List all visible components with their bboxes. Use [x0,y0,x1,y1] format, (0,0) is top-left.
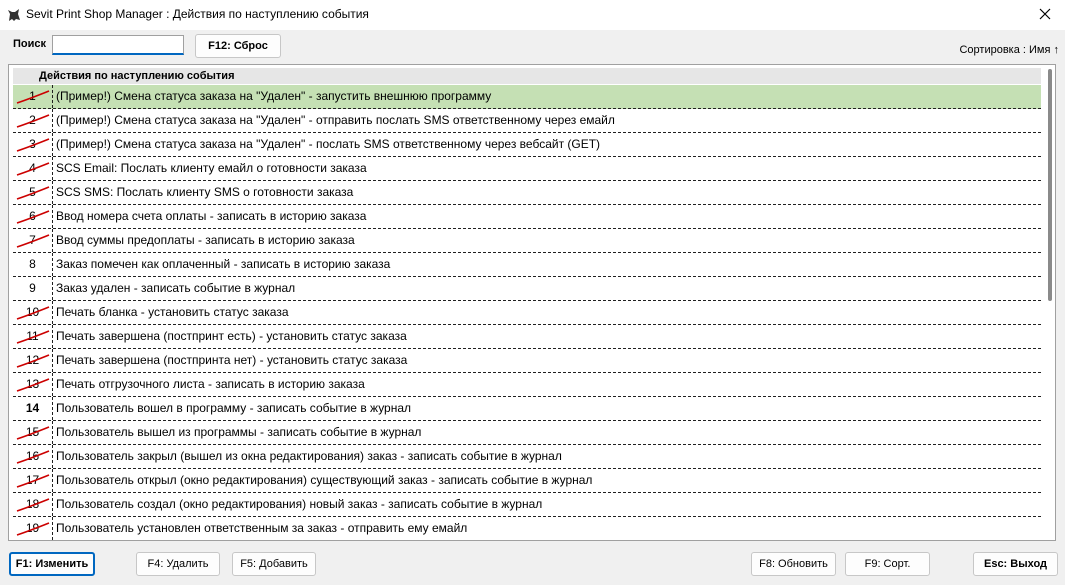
row-number: 1 [13,85,53,108]
strike-icon [16,330,50,344]
add-button[interactable]: F5: Добавить [232,552,316,576]
table-row[interactable]: 9 Заказ удален - записать событие в журна… [13,277,1041,301]
row-number: 7 [13,229,53,252]
row-number: 14 [13,397,53,420]
row-text: Пользователь создал (окно редактирования… [56,497,543,511]
table-row[interactable]: 10 Печать бланка - установить статус зака… [13,301,1041,325]
row-text: Печать бланка - установить статус заказа [56,305,289,319]
table-row[interactable]: 16 Пользователь закрыл (вышел из окна ред… [13,445,1041,469]
table-row[interactable]: 17 Пользователь открыл (окно редактирован… [13,469,1041,493]
table-row[interactable]: 6 Ввод номера счета оплаты - записать в и… [13,205,1041,229]
row-number: 6 [13,205,53,228]
strike-icon [16,522,50,536]
close-icon [1039,8,1051,20]
row-number: 16 [13,445,53,468]
row-text: Печать отгрузочного листа - записать в и… [56,377,365,391]
sort-indicator: Сортировка : Имя ↑ [959,44,1059,56]
refresh-button[interactable]: F8: Обновить [751,552,836,576]
edit-button[interactable]: F1: Изменить [9,552,95,576]
strike-icon [16,474,50,488]
strike-icon [16,498,50,512]
table-row[interactable]: 1 (Пример!) Смена статуса заказа на "Удал… [13,85,1041,109]
row-number: 12 [13,349,53,372]
row-number: 17 [13,469,53,492]
row-text: Пользователь открыл (окно редактирования… [56,473,593,487]
table-row[interactable]: 18 Пользователь создал (окно редактирован… [13,493,1041,517]
table-row[interactable]: 13 Печать отгрузочного листа - записать в… [13,373,1041,397]
strike-icon [16,186,50,200]
row-text: Ввод суммы предоплаты - записать в истор… [56,233,355,247]
grid-header: Действия по наступлению события [13,68,1041,84]
row-number: 2 [13,109,53,132]
row-text: SCS SMS: Послать клиенту SMS о готовност… [56,185,354,199]
row-number: 19 [13,517,53,540]
delete-button[interactable]: F4: Удалить [136,552,220,576]
row-number: 8 [13,253,53,276]
strike-icon [16,426,50,440]
table-row[interactable]: 8 Заказ помечен как оплаченный - записать… [13,253,1041,277]
row-number: 11 [13,325,53,348]
window-title: Sevit Print Shop Manager : Действия по н… [26,7,369,21]
row-number-text: 8 [29,257,36,271]
close-button[interactable] [1025,0,1065,28]
table-row[interactable]: 7 Ввод суммы предоплаты - записать в исто… [13,229,1041,253]
search-label: Поиск [13,38,47,50]
table-row[interactable]: 4 SCS Email: Послать клиенту емайл о гото… [13,157,1041,181]
row-text: Заказ помечен как оплаченный - записать … [56,257,391,271]
row-text: (Пример!) Смена статуса заказа на "Удале… [56,89,492,103]
reset-button[interactable]: F12: Сброс [195,34,281,58]
scroll-thumb[interactable] [1048,69,1052,301]
vertical-scrollbar[interactable] [1048,69,1052,539]
row-text: Заказ удален - записать событие в журнал [56,281,296,295]
strike-icon [16,450,50,464]
row-text: (Пример!) Смена статуса заказа на "Удале… [56,137,601,151]
grid-rows: 1 (Пример!) Смена статуса заказа на "Удал… [13,85,1041,540]
strike-icon [16,90,50,104]
table-row[interactable]: 11 Печать завершена (постпринт есть) - ус… [13,325,1041,349]
row-text: SCS Email: Послать клиенту емайл о готов… [56,161,367,175]
strike-icon [16,378,50,392]
row-text: Пользователь установлен ответственным за… [56,521,468,535]
row-number: 10 [13,301,53,324]
table-row[interactable]: 19 Пользователь установлен ответственным … [13,517,1041,540]
strike-icon [16,138,50,152]
strike-icon [16,114,50,128]
row-number: 13 [13,373,53,396]
table-row[interactable]: 14 Пользователь вошел в программу - запис… [13,397,1041,421]
row-number: 15 [13,421,53,444]
column-header: Действия по наступлению события [39,70,235,82]
row-text: Печать завершена (постпринта нет) - уста… [56,353,408,367]
row-text: Пользователь вошел в программу - записат… [56,401,412,415]
row-number: 9 [13,277,53,300]
strike-icon [16,210,50,224]
row-number-text: 9 [29,281,36,295]
strike-icon [16,354,50,368]
strike-icon [16,306,50,320]
row-text: (Пример!) Смена статуса заказа на "Удале… [56,113,615,127]
row-text: Пользователь вышел из программы - записа… [56,425,422,439]
row-number: 3 [13,133,53,156]
search-input[interactable] [52,35,184,55]
row-number-text: 14 [25,401,40,415]
row-number: 5 [13,181,53,204]
events-grid[interactable]: Действия по наступлению события 1 (Пример… [8,64,1056,541]
title-bar: Sevit Print Shop Manager : Действия по н… [0,0,1065,30]
row-text: Печать завершена (постпринт есть) - уста… [56,329,407,343]
table-row[interactable]: 15 Пользователь вышел из программы - запи… [13,421,1041,445]
row-text: Ввод номера счета оплаты - записать в ис… [56,209,367,223]
cat-icon [8,9,20,21]
row-number: 4 [13,157,53,180]
row-text: Пользователь закрыл (вышел из окна редак… [56,449,562,463]
table-row[interactable]: 2 (Пример!) Смена статуса заказа на "Удал… [13,109,1041,133]
exit-button[interactable]: Esc: Выход [973,552,1058,576]
sort-button[interactable]: F9: Сорт. [845,552,930,576]
strike-icon [16,234,50,248]
table-row[interactable]: 5 SCS SMS: Послать клиенту SMS о готовнос… [13,181,1041,205]
table-row[interactable]: 12 Печать завершена (постпринта нет) - ус… [13,349,1041,373]
strike-icon [16,162,50,176]
table-row[interactable]: 3 (Пример!) Смена статуса заказа на "Удал… [13,133,1041,157]
row-number: 18 [13,493,53,516]
